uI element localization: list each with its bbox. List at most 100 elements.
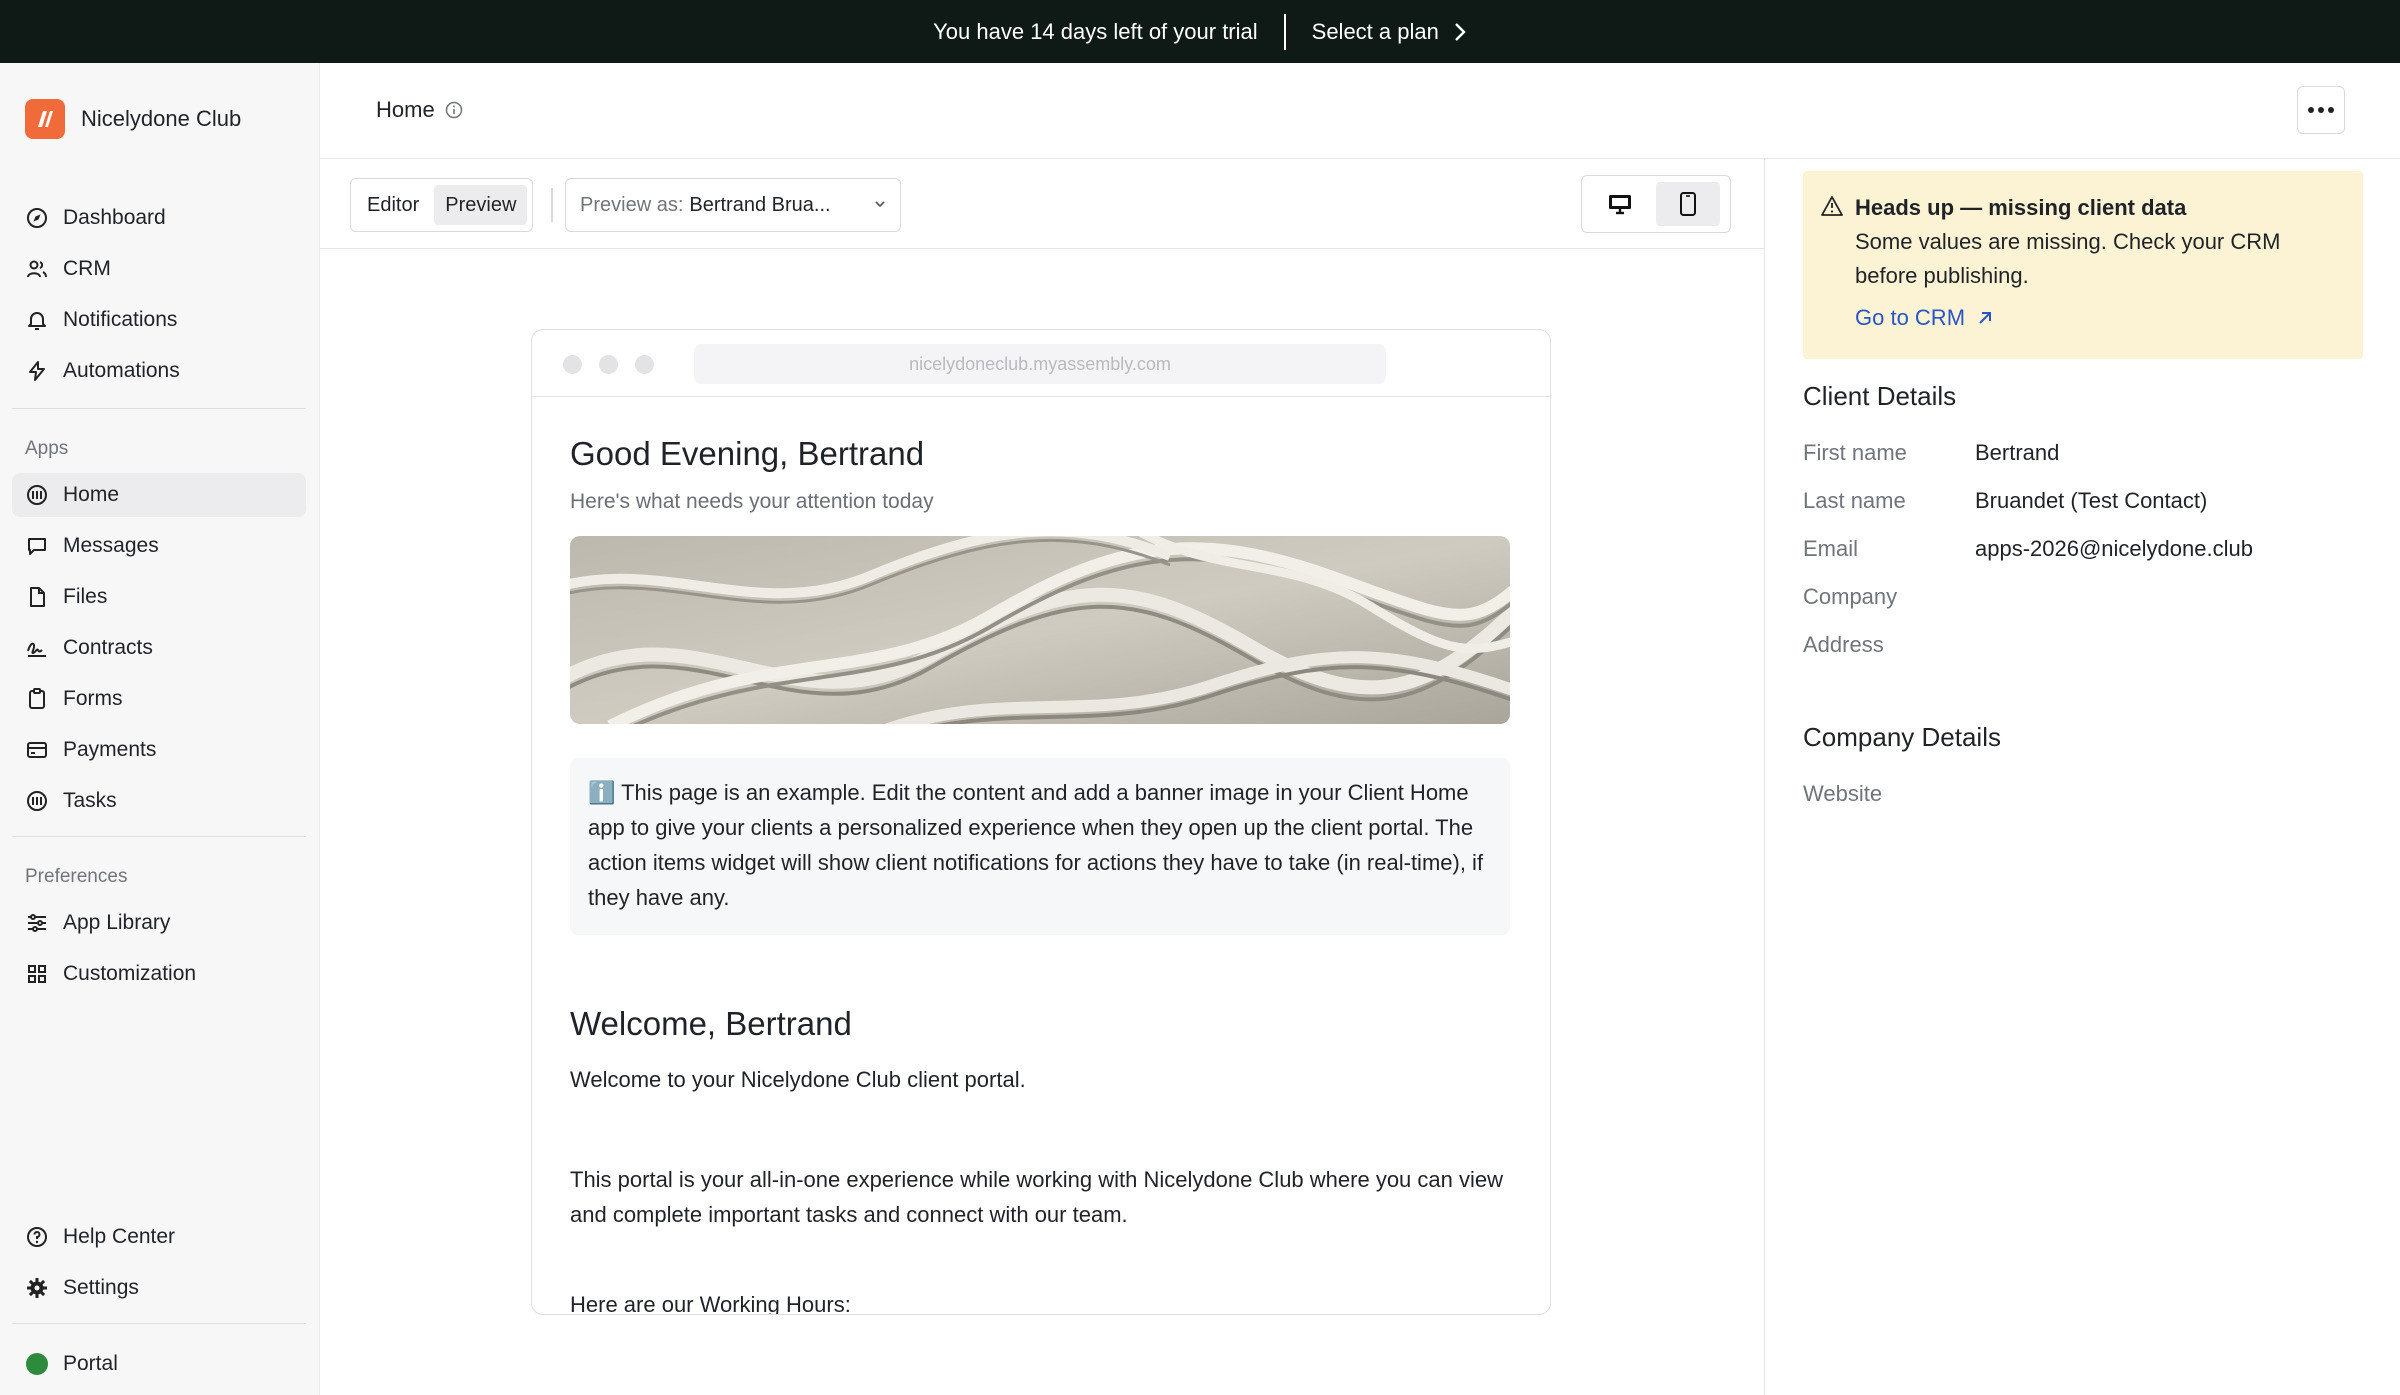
external-arrow-icon: [1979, 312, 1992, 324]
message-icon: [28, 538, 46, 555]
field-value: Bruandet (Test Contact): [1975, 488, 2208, 513]
sidebar-item-contracts[interactable]: Contracts: [12, 626, 306, 670]
file-icon: [30, 587, 45, 607]
sidebar-item-forms[interactable]: Forms: [12, 677, 306, 721]
go-to-crm-label: Go to CRM: [1855, 305, 1966, 330]
desktop-view-button[interactable]: [1588, 182, 1652, 226]
sidebar-item-payments[interactable]: Payments: [12, 728, 306, 772]
field-value: apps-2026@nicelydone.club: [1975, 536, 2253, 561]
sidebar-item-label: App Library: [63, 911, 171, 934]
company-field-website: Website: [1803, 781, 1975, 807]
sidebar: Nicelydone Club Dashboard CRM Notificati…: [0, 63, 320, 1395]
workspace-switcher[interactable]: Nicelydone Club: [25, 99, 241, 139]
card-icon: [27, 742, 47, 758]
sidebar-item-label: Help Center: [63, 1225, 176, 1248]
browser-preview-frame: nicelydoneclub.myassembly.com Good Eveni…: [531, 329, 1551, 1315]
sidebar-item-label: Settings: [63, 1276, 139, 1299]
sidebar-item-dashboard[interactable]: Dashboard: [12, 196, 306, 240]
bolt-icon: [29, 361, 45, 381]
select-plan-label: Select a plan: [1311, 18, 1439, 44]
info-icon[interactable]: [445, 101, 463, 119]
field-label: Last name: [1803, 488, 1906, 513]
chevron-right-icon: [1454, 22, 1466, 41]
brand-logo: [25, 99, 65, 139]
field-label: Address: [1803, 632, 1884, 657]
more-options-button[interactable]: [2297, 86, 2345, 134]
sidebar-item-files[interactable]: Files: [12, 575, 306, 619]
sidebar-item-app-library[interactable]: App Library: [12, 901, 306, 945]
alert-text: Some values are missing. Check your CRM …: [1855, 229, 2281, 288]
greeting-subtitle: Here's what needs your attention today: [570, 490, 934, 513]
preview-as-label: Preview as:: [580, 193, 684, 216]
sidebar-item-label: Notifications: [63, 308, 178, 331]
sidebar-item-label: Forms: [63, 687, 123, 710]
field-label: Company: [1803, 584, 1898, 609]
select-plan-link[interactable]: Select a plan: [1312, 19, 1467, 45]
sidebar-item-tasks[interactable]: Tasks: [12, 779, 306, 823]
sidebar-item-portal[interactable]: Portal: [12, 1342, 306, 1386]
welcome-heading: Welcome, Bertrand: [570, 1005, 852, 1042]
dot: [2308, 107, 2314, 113]
client-details-title: Client Details: [1803, 381, 1957, 411]
sidebar-item-notifications[interactable]: Notifications: [12, 298, 306, 342]
sidebar-divider: [12, 1323, 306, 1324]
sliders-icon: [28, 914, 46, 932]
sidebar-item-home[interactable]: Home: [12, 473, 306, 517]
mobile-icon: [1680, 192, 1696, 216]
missing-data-alert: Heads up — missing client data Some valu…: [1803, 171, 2363, 359]
sidebar-item-automations[interactable]: Automations: [12, 349, 306, 393]
apps-nav: Apps Home Messages Files Contracts Forms…: [12, 434, 306, 830]
sidebar-item-label: Payments: [63, 738, 157, 761]
page-title: Home: [376, 97, 435, 122]
sidebar-item-label: Contracts: [63, 636, 153, 659]
mode-toggle: Editor Preview: [350, 178, 534, 232]
client-field-first-name: First name Bertrand: [1803, 440, 2059, 466]
client-field-last-name: Last name Bruandet (Test Contact): [1803, 488, 2207, 514]
preview-as-value: Bertrand Brua...: [689, 193, 831, 216]
portal-nav: Portal: [12, 1342, 306, 1393]
window-controls: [563, 355, 654, 374]
warning-icon: [1821, 196, 1843, 216]
window-dot: [563, 355, 582, 374]
sidebar-item-help-center[interactable]: Help Center: [12, 1215, 306, 1259]
gear-icon: [27, 1278, 47, 1298]
sidebar-item-customization[interactable]: Customization: [12, 952, 306, 996]
sidebar-divider: [12, 408, 306, 409]
preview-tab[interactable]: Preview: [434, 185, 528, 225]
home-app-icon: [27, 485, 47, 505]
sidebar-item-settings[interactable]: Settings: [12, 1266, 306, 1310]
field-label: First name: [1803, 440, 1907, 465]
field-label: Website: [1803, 781, 1883, 806]
toolbar-divider: [551, 188, 553, 222]
sidebar-item-messages[interactable]: Messages: [12, 524, 306, 568]
sidebar-item-crm[interactable]: CRM: [12, 247, 306, 291]
sidebar-item-label: CRM: [63, 257, 111, 280]
trial-divider: [1283, 13, 1286, 50]
client-field-email: Email apps-2026@nicelydone.club: [1803, 536, 2253, 562]
sidebar-item-label: Messages: [63, 534, 159, 557]
preview-canvas: nicelydoneclub.myassembly.com Good Eveni…: [320, 250, 1764, 1395]
compass-icon: [27, 208, 47, 228]
preview-as-select[interactable]: Preview as: Bertrand Brua...: [565, 178, 901, 232]
client-field-address: Address: [1803, 632, 1975, 658]
url-bar: nicelydoneclub.myassembly.com: [694, 344, 1386, 384]
preferences-nav: Preferences App Library Customization: [12, 862, 306, 1003]
status-dot-icon: [26, 1353, 48, 1375]
dot: [2318, 107, 2324, 113]
clipboard-icon: [29, 688, 45, 709]
grid-icon: [28, 965, 46, 983]
go-to-crm-link[interactable]: Go to CRM: [1855, 305, 2343, 331]
trial-banner: You have 14 days left of your trial Sele…: [0, 0, 2400, 63]
sidebar-item-label: Home: [63, 483, 120, 506]
alert-title: Heads up — missing client data: [1855, 195, 2187, 220]
sidebar-item-label: Files: [63, 585, 108, 608]
greeting-heading: Good Evening, Bertrand: [570, 435, 925, 472]
bottom-nav: Help Center Settings: [12, 1215, 306, 1317]
field-value: Bertrand: [1975, 440, 2060, 465]
editor-tab[interactable]: Editor: [356, 185, 430, 225]
client-field-company: Company: [1803, 584, 1975, 610]
mobile-view-button[interactable]: [1656, 182, 1720, 226]
welcome-text: Welcome to your Nicelydone Club client p…: [570, 1067, 1026, 1092]
trial-message: You have 14 days left of your trial: [933, 18, 1258, 44]
sand-dunes-image: [570, 536, 1510, 724]
